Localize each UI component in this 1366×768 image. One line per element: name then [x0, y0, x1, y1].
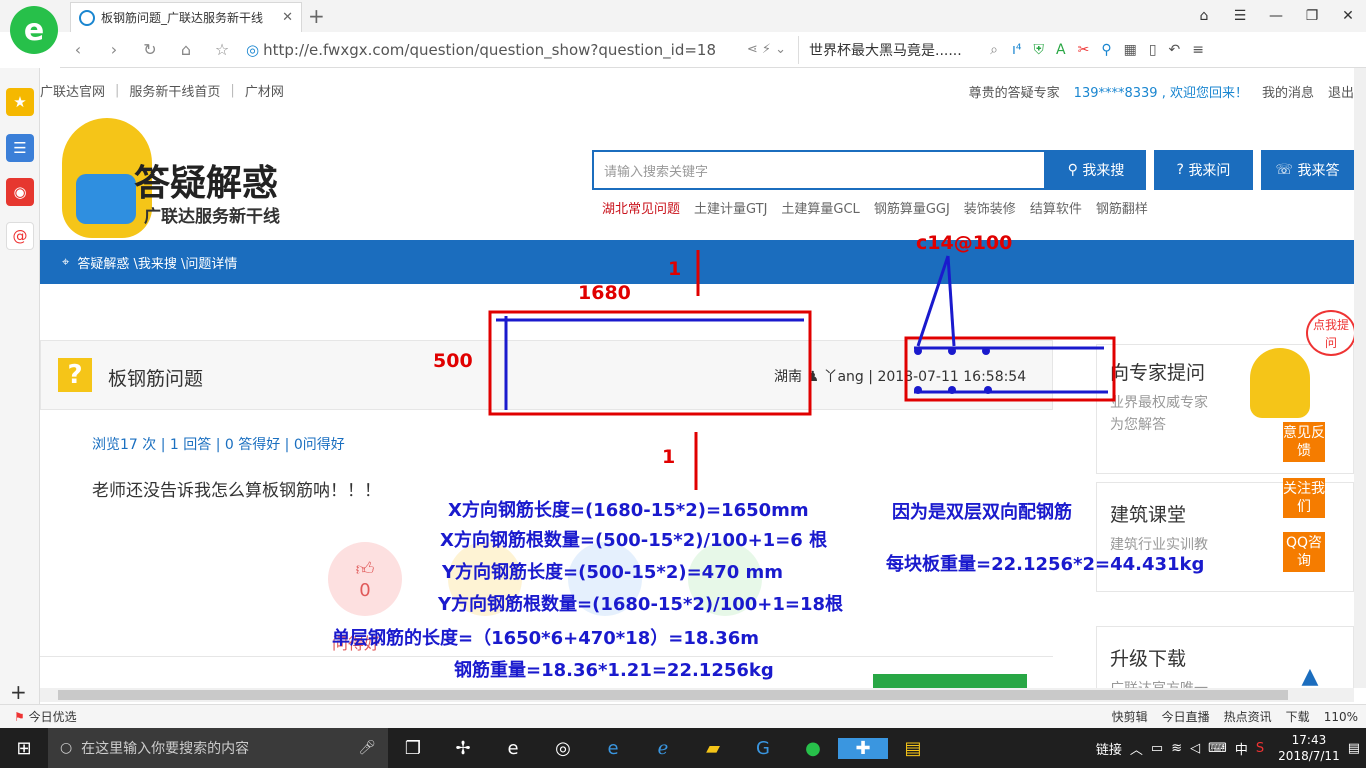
taskbar-search[interactable]: ○ 在这里输入你要搜索的内容 🎤︎ — [48, 728, 388, 768]
system-tray: 链接 ︿ ▭ ≋ ◁ ⌨ 中 S 17:43 2018/7/11 ▤ — [1096, 732, 1366, 764]
today-picks-label: 今日优选 — [28, 710, 77, 724]
calc-line-5: 单层钢筋的长度=（1650*6+470*18）=18.36m — [332, 628, 760, 649]
today-picks[interactable]: ⚑ 今日优选 — [14, 708, 77, 725]
rebar-dot — [948, 347, 956, 355]
sogou-icon[interactable]: S — [1256, 741, 1264, 756]
tray-link-label[interactable]: 链接 — [1096, 739, 1122, 758]
360-browser-icon[interactable]: ● — [788, 738, 838, 759]
edge-icon[interactable]: e — [588, 738, 638, 759]
notification-icon[interactable]: ▤ — [1348, 741, 1360, 756]
wifi-icon[interactable]: ≋ — [1171, 741, 1182, 756]
app-icon[interactable]: ◎ — [538, 738, 588, 759]
folder-icon[interactable]: ▰ — [688, 738, 738, 759]
annotation-500: 500 — [433, 350, 473, 372]
rebar-dot — [982, 347, 990, 355]
status-item[interactable]: 今日直播 — [1162, 708, 1210, 725]
active-app-icon[interactable]: ✚ — [838, 737, 888, 759]
calc-line-3: Y方向钢筋长度=(500-15*2)=470 mm — [442, 562, 784, 583]
rebar-dot — [914, 347, 922, 355]
zoom-level[interactable]: 110% — [1324, 710, 1358, 724]
cortana-icon: ○ — [60, 740, 82, 756]
rebar-dot — [984, 386, 992, 394]
leader-line — [946, 255, 956, 347]
clock-date: 2018/7/11 — [1278, 749, 1340, 763]
annotation-rebar-spec: c14@100 — [916, 232, 1013, 254]
chevron-up-icon[interactable]: ︿ — [1130, 739, 1143, 758]
note-total-weight: 每块板重量=22.1256*2=44.431kg — [886, 554, 1205, 575]
ie-icon[interactable]: ℯ — [638, 738, 688, 759]
annotation-one-top: 1 — [668, 258, 682, 280]
glodon-icon[interactable]: G — [738, 738, 788, 759]
windows-start-icon[interactable]: ⊞ — [0, 738, 48, 759]
gift-icon: ⚑ — [14, 709, 29, 724]
rebar-dot — [914, 386, 922, 394]
notes-app-icon[interactable]: ▤ — [888, 738, 938, 759]
annotation-one-bottom: 1 — [662, 446, 676, 468]
windows-taskbar: ⊞ ○ 在这里输入你要搜索的内容 🎤︎ ❐ ✢ e ◎ e ℯ ▰ G ● ✚ … — [0, 728, 1366, 768]
note-double-layer: 因为是双层双向配钢筋 — [892, 502, 1072, 523]
keyboard-icon[interactable]: ⌨ — [1208, 741, 1227, 756]
browser-e-icon[interactable]: e — [488, 738, 538, 759]
battery-icon[interactable]: ▭ — [1151, 741, 1163, 756]
fan-app-icon[interactable]: ✢ — [438, 738, 488, 759]
rebar-dot — [948, 386, 956, 394]
calc-line-6: 钢筋重量=18.36*1.21=22.1256kg — [454, 660, 774, 681]
calc-line-1: X方向钢筋长度=(1680-15*2)=1650mm — [448, 500, 809, 521]
browser-statusbar: ⚑ 今日优选 快剪辑 今日直播 热点资讯 下载 110% — [0, 704, 1366, 728]
clock[interactable]: 17:43 2018/7/11 — [1278, 732, 1340, 764]
clock-time: 17:43 — [1291, 733, 1327, 747]
slab-outline-left — [488, 310, 812, 416]
leader-line — [916, 255, 950, 347]
calc-line-4: Y方向钢筋根数量=(1680-15*2)/100+1=18根 — [438, 594, 844, 615]
ime-indicator[interactable]: 中 — [1235, 739, 1248, 758]
volume-icon[interactable]: ◁ — [1190, 741, 1200, 756]
status-item[interactable]: 热点资讯 — [1224, 708, 1272, 725]
taskbar-search-text[interactable]: 在这里输入你要搜索的内容 — [81, 738, 249, 758]
annotation-1680: 1680 — [578, 282, 631, 304]
status-item[interactable]: 下载 — [1286, 708, 1310, 725]
mic-icon[interactable]: 🎤︎ — [358, 740, 376, 756]
calc-line-2: X方向钢筋根数量=(500-15*2)/100+1=6 根 — [440, 530, 828, 551]
status-item[interactable]: 快剪辑 — [1112, 708, 1148, 725]
task-view-icon[interactable]: ❐ — [388, 738, 438, 759]
